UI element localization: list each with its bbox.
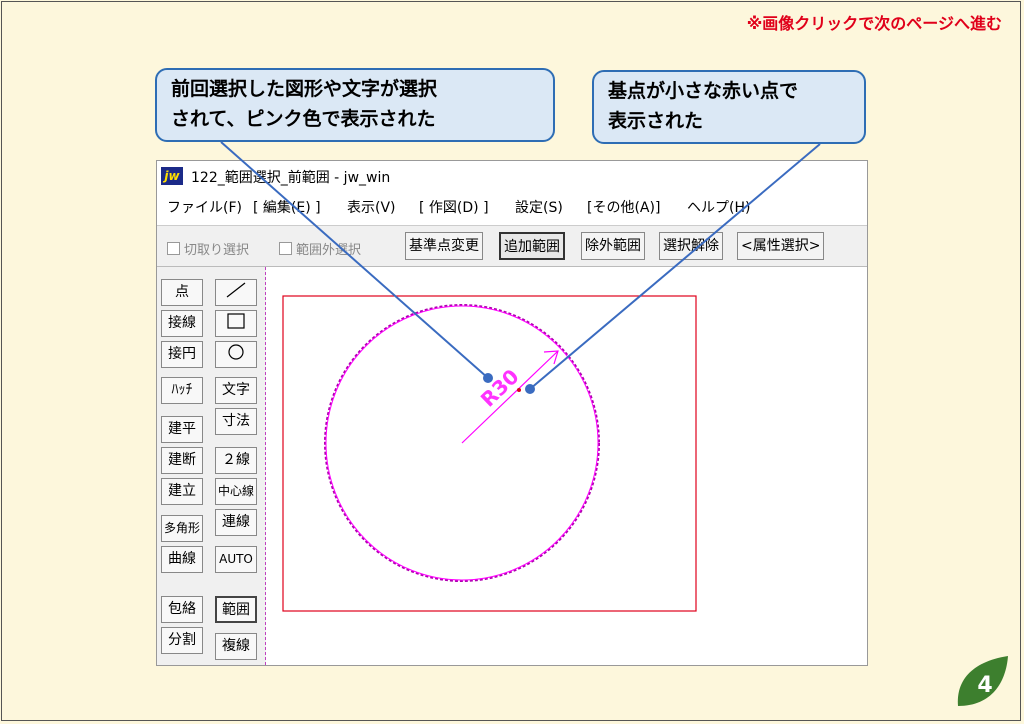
range-tool[interactable]: 範囲 (215, 596, 257, 623)
elevation-tool[interactable]: 建立 (161, 478, 203, 505)
checkbox-icon (167, 242, 180, 255)
page-number-badge: 4 (952, 652, 1012, 710)
callout-left-line2: されて、ピンク色で表示された (171, 108, 436, 130)
tool-palette: 点 接線 接円 ﾊｯﾁ 建平 建断 建立 多角形 曲線 包絡 分割 文字 寸法 … (157, 267, 266, 665)
auto-tool[interactable]: AUTO (215, 546, 257, 573)
tangent-circle-tool[interactable]: 接円 (161, 341, 203, 368)
radius-label: R30 (476, 364, 524, 411)
line-tool[interactable] (215, 279, 257, 306)
window-title: 122_範囲選択_前範囲 - jw_win (191, 170, 391, 186)
menu-draw[interactable]: [ 作図(D) ] (419, 197, 489, 217)
double-line-tool[interactable]: ２線 (215, 447, 257, 474)
title-bar: jw 122_範囲選択_前範囲 - jw_win (157, 161, 867, 191)
menu-other[interactable]: [その他(A)] (587, 197, 660, 217)
polygon-tool[interactable]: 多角形 (161, 515, 203, 542)
app-icon: jw (161, 167, 183, 185)
continuous-line-tool[interactable]: 連線 (215, 509, 257, 536)
next-page-note[interactable]: ※画像クリックで次のページへ進む (747, 10, 1002, 34)
text-tool[interactable]: 文字 (215, 377, 257, 404)
point-tool[interactable]: 点 (161, 279, 203, 306)
rectangle-icon (227, 313, 245, 329)
clear-selection-button[interactable]: 選択解除 (659, 232, 723, 260)
parallel-copy-tool[interactable]: 複線 (215, 633, 257, 660)
attribute-select-button[interactable]: <属性選択> (737, 232, 825, 260)
dimension-tool[interactable]: 寸法 (215, 408, 257, 435)
section-tool[interactable]: 建断 (161, 447, 203, 474)
radius-dimension-line (461, 350, 559, 444)
drawing-canvas[interactable]: R30 (269, 267, 865, 665)
leaf-icon: 4 (957, 656, 1008, 706)
callout-selected-shapes: 前回選択した図形や文字が選択 されて、ピンク色で表示された (155, 68, 555, 142)
circle-icon (228, 344, 244, 360)
outside-select-checkbox[interactable]: 範囲外選択 (279, 239, 361, 258)
callout-right-line2: 表示された (608, 110, 704, 132)
jw-win-window: jw 122_範囲選択_前範囲 - jw_win ファイル(F) [ 編集(E)… (156, 160, 868, 666)
curve-tool[interactable]: 曲線 (161, 546, 203, 573)
circle-tool[interactable] (215, 341, 257, 368)
change-base-point-button[interactable]: 基準点変更 (405, 232, 483, 260)
divide-tool[interactable]: 分割 (161, 627, 203, 654)
menu-view[interactable]: 表示(V) (347, 197, 396, 217)
cut-select-label: 切取り選択 (184, 243, 250, 258)
add-range-button[interactable]: 追加範囲 (499, 232, 565, 260)
envelope-tool[interactable]: 包絡 (161, 596, 203, 623)
page-number: 4 (977, 673, 992, 698)
callout-left-line1: 前回選択した図形や文字が選択 (171, 78, 438, 100)
callout-right-line1: 基点が小さな赤い点で (608, 80, 799, 102)
line-icon (226, 282, 246, 298)
outside-select-label: 範囲外選択 (296, 243, 362, 258)
menu-settings[interactable]: 設定(S) (515, 197, 563, 217)
rectangle-tool[interactable] (215, 310, 257, 337)
exclude-range-button[interactable]: 除外範囲 (581, 232, 645, 260)
menu-file[interactable]: ファイル(F) (167, 197, 242, 217)
callout-base-point: 基点が小さな赤い点で 表示された (592, 70, 866, 144)
checkbox-icon (279, 242, 292, 255)
drawing-svg: R30 (282, 295, 697, 612)
menu-bar: ファイル(F) [ 編集(E) ] 表示(V) [ 作図(D) ] 設定(S) … (157, 195, 867, 219)
toolbar: 切取り選択 範囲外選択 基準点変更 追加範囲 除外範囲 選択解除 <属性選択> (157, 225, 867, 267)
centerline-tool[interactable]: 中心線 (215, 478, 257, 505)
hatch-tool[interactable]: ﾊｯﾁ (161, 377, 203, 404)
cut-select-checkbox[interactable]: 切取り選択 (167, 239, 249, 258)
plan-tool[interactable]: 建平 (161, 416, 203, 443)
paper-frame (282, 295, 697, 612)
base-point (517, 388, 521, 392)
menu-edit[interactable]: [ 編集(E) ] (253, 197, 321, 217)
menu-help[interactable]: ヘルプ(H) (687, 197, 750, 217)
tangent-line-tool[interactable]: 接線 (161, 310, 203, 337)
